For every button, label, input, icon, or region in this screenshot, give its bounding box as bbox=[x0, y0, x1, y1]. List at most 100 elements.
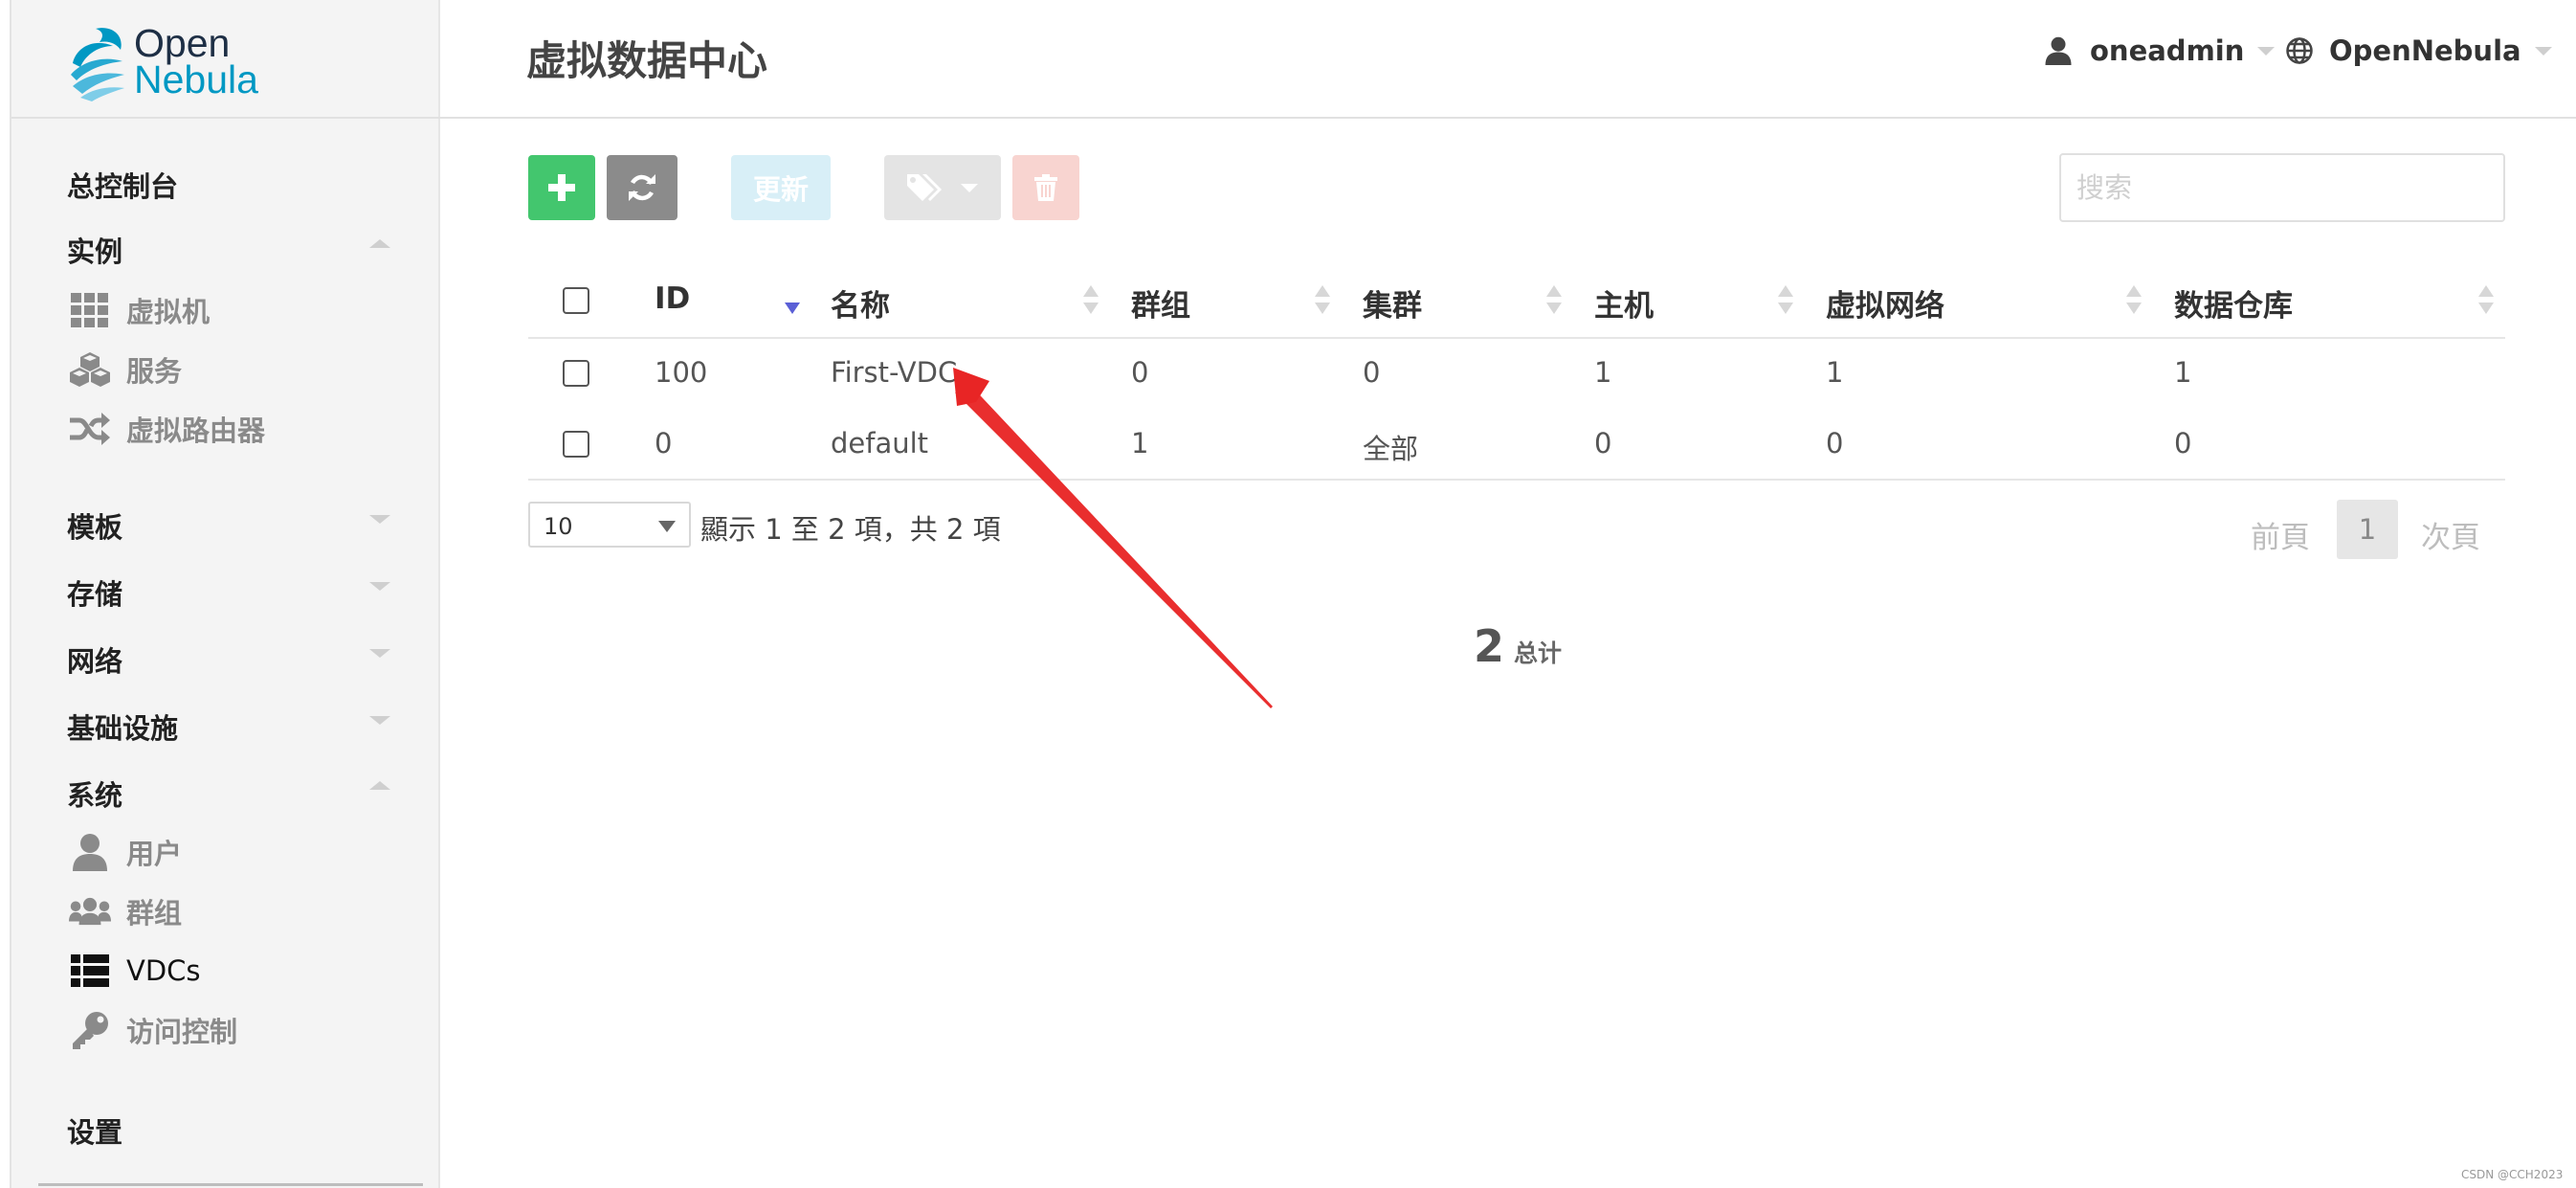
sort-icon bbox=[1778, 285, 1793, 318]
sidebar-bottom-divider bbox=[38, 1183, 423, 1186]
search-input[interactable] bbox=[2059, 153, 2505, 222]
total-summary: 2 总计 bbox=[1474, 620, 1562, 672]
chevron-down-icon bbox=[369, 649, 390, 658]
sidebar-item-acl[interactable]: 访问控制 bbox=[69, 1009, 237, 1051]
select-all-checkbox[interactable] bbox=[563, 287, 589, 314]
page-size-select[interactable]: 10 bbox=[528, 502, 691, 548]
sidebar-divider bbox=[11, 117, 440, 119]
page-size-value: 10 bbox=[544, 513, 573, 540]
logo-open-text: Open bbox=[134, 21, 231, 65]
logo-nebula-text: Nebula bbox=[134, 57, 258, 101]
sidebar-item-label: 服务 bbox=[126, 355, 183, 388]
grid-icon bbox=[69, 291, 111, 329]
chevron-down-icon bbox=[2257, 46, 2276, 56]
user-icon bbox=[2045, 36, 2072, 65]
user-icon bbox=[69, 833, 111, 871]
cell-datastore: 1 bbox=[2174, 356, 2192, 389]
user-menu-label: oneadmin bbox=[2090, 34, 2245, 67]
update-button[interactable]: 更新 bbox=[731, 155, 831, 220]
sidebar-item-label: VDCs bbox=[126, 954, 201, 987]
sidebar-section-infrastructure[interactable]: 基础设施 bbox=[67, 706, 178, 747]
chevron-down-icon bbox=[369, 515, 390, 524]
sort-icon bbox=[2478, 285, 2494, 318]
sidebar-item-dashboard[interactable]: 总控制台 bbox=[67, 165, 178, 205]
sort-icon bbox=[1546, 285, 1562, 318]
chevron-down-icon bbox=[658, 521, 676, 532]
sidebar-item-services[interactable]: 服务 bbox=[69, 348, 182, 391]
column-header-datastore[interactable]: 数据仓库 bbox=[2174, 281, 2293, 325]
total-count: 2 bbox=[1474, 620, 1505, 672]
cell-host: 1 bbox=[1594, 356, 1612, 389]
user-menu[interactable]: oneadmin bbox=[2044, 34, 2276, 67]
zone-menu-label: OpenNebula bbox=[2329, 34, 2521, 67]
globe-icon bbox=[2286, 37, 2313, 64]
sidebar-section-templates[interactable]: 模板 bbox=[67, 505, 122, 546]
column-header-id[interactable]: ID bbox=[655, 281, 690, 316]
chevron-down-icon bbox=[369, 582, 390, 591]
opennebula-logo[interactable]: Open Nebula bbox=[67, 21, 287, 111]
cell-cluster: 0 bbox=[1363, 356, 1381, 389]
pagination-page[interactable]: 1 bbox=[2337, 500, 2398, 559]
sidebar-section-instances[interactable]: 实例 bbox=[67, 230, 122, 270]
sidebar-item-label: 群组 bbox=[126, 897, 183, 930]
sidebar-item-vms[interactable]: 虚拟机 bbox=[69, 289, 210, 331]
watermark: CSDN @CCH2023 bbox=[2461, 1168, 2564, 1181]
column-header-cluster[interactable]: 集群 bbox=[1363, 281, 1422, 325]
row-checkbox[interactable] bbox=[563, 431, 589, 458]
delete-button[interactable] bbox=[1012, 155, 1079, 220]
cell-name: default bbox=[831, 427, 929, 460]
chevron-down-icon bbox=[961, 183, 978, 192]
sidebar-section-storage[interactable]: 存储 bbox=[67, 572, 122, 613]
table-row[interactable]: 100 First-VDC 0 0 1 1 1 bbox=[528, 339, 2505, 410]
total-label: 总计 bbox=[1514, 639, 1563, 667]
sidebar: Open Nebula 总控制台 实例 虚拟机 服务 虚拟路由器 模板 存储 网… bbox=[11, 0, 440, 1188]
nebula-logo-icon bbox=[71, 28, 124, 101]
cell-datastore: 0 bbox=[2174, 427, 2192, 460]
trash-icon bbox=[1034, 174, 1057, 201]
pagination-next[interactable]: 次頁 bbox=[2421, 513, 2480, 556]
plus-icon bbox=[548, 174, 575, 201]
sidebar-item-label: 访问控制 bbox=[126, 1016, 238, 1048]
page-title: 虚拟数据中心 bbox=[526, 37, 768, 84]
random-icon bbox=[69, 410, 111, 448]
table-header: ID 名称 群组 集群 主机 虚拟网络 数据仓库 bbox=[528, 264, 2505, 339]
cell-name: First-VDC bbox=[831, 356, 958, 389]
column-header-vnet[interactable]: 虚拟网络 bbox=[1826, 281, 1944, 325]
key-icon bbox=[69, 1011, 111, 1049]
sidebar-item-settings[interactable]: 设置 bbox=[67, 1110, 122, 1151]
cell-cluster: 全部 bbox=[1363, 433, 1419, 465]
list-icon bbox=[69, 952, 111, 990]
sidebar-section-system[interactable]: 系统 bbox=[67, 773, 122, 814]
sidebar-item-label: 用户 bbox=[126, 838, 183, 870]
sidebar-item-label: 虚拟机 bbox=[126, 296, 211, 328]
sort-icon bbox=[1315, 285, 1330, 318]
column-header-group[interactable]: 群组 bbox=[1131, 281, 1190, 325]
refresh-button[interactable] bbox=[607, 155, 677, 220]
table-row[interactable]: 0 default 1 全部 0 0 0 bbox=[528, 410, 2505, 481]
update-button-label: 更新 bbox=[752, 173, 809, 206]
sidebar-item-virtual-routers[interactable]: 虚拟路由器 bbox=[69, 408, 265, 450]
sidebar-item-label: 虚拟路由器 bbox=[126, 415, 266, 447]
users-icon bbox=[69, 892, 111, 930]
table-info: 顯示 1 至 2 項，共 2 項 bbox=[700, 513, 1001, 546]
sort-icon bbox=[1083, 285, 1099, 318]
pagination-prev[interactable]: 前頁 bbox=[2251, 513, 2310, 556]
sidebar-item-users[interactable]: 用户 bbox=[69, 831, 182, 873]
cell-id: 0 bbox=[655, 427, 673, 460]
sidebar-item-vdcs[interactable]: VDCs bbox=[69, 950, 201, 992]
cell-vnet: 1 bbox=[1826, 356, 1844, 389]
cell-host: 0 bbox=[1594, 427, 1612, 460]
row-checkbox[interactable] bbox=[563, 360, 589, 387]
cell-vnet: 0 bbox=[1826, 427, 1844, 460]
vdc-table: ID 名称 群组 集群 主机 虚拟网络 数据仓库 1 0 0 First-VDC 0… bbox=[528, 264, 2505, 481]
labels-dropdown-button[interactable] bbox=[884, 155, 1001, 220]
sort-desc-icon bbox=[785, 303, 800, 314]
column-header-host[interactable]: 主机 bbox=[1594, 281, 1654, 325]
refresh-icon bbox=[629, 174, 655, 201]
zone-menu[interactable]: OpenNebula bbox=[2285, 34, 2552, 67]
sidebar-section-network[interactable]: 网络 bbox=[67, 639, 122, 680]
chevron-up-icon bbox=[369, 781, 390, 790]
create-button[interactable] bbox=[528, 155, 595, 220]
column-header-name[interactable]: 名称 bbox=[831, 281, 890, 325]
sidebar-item-groups[interactable]: 群组 bbox=[69, 890, 182, 932]
